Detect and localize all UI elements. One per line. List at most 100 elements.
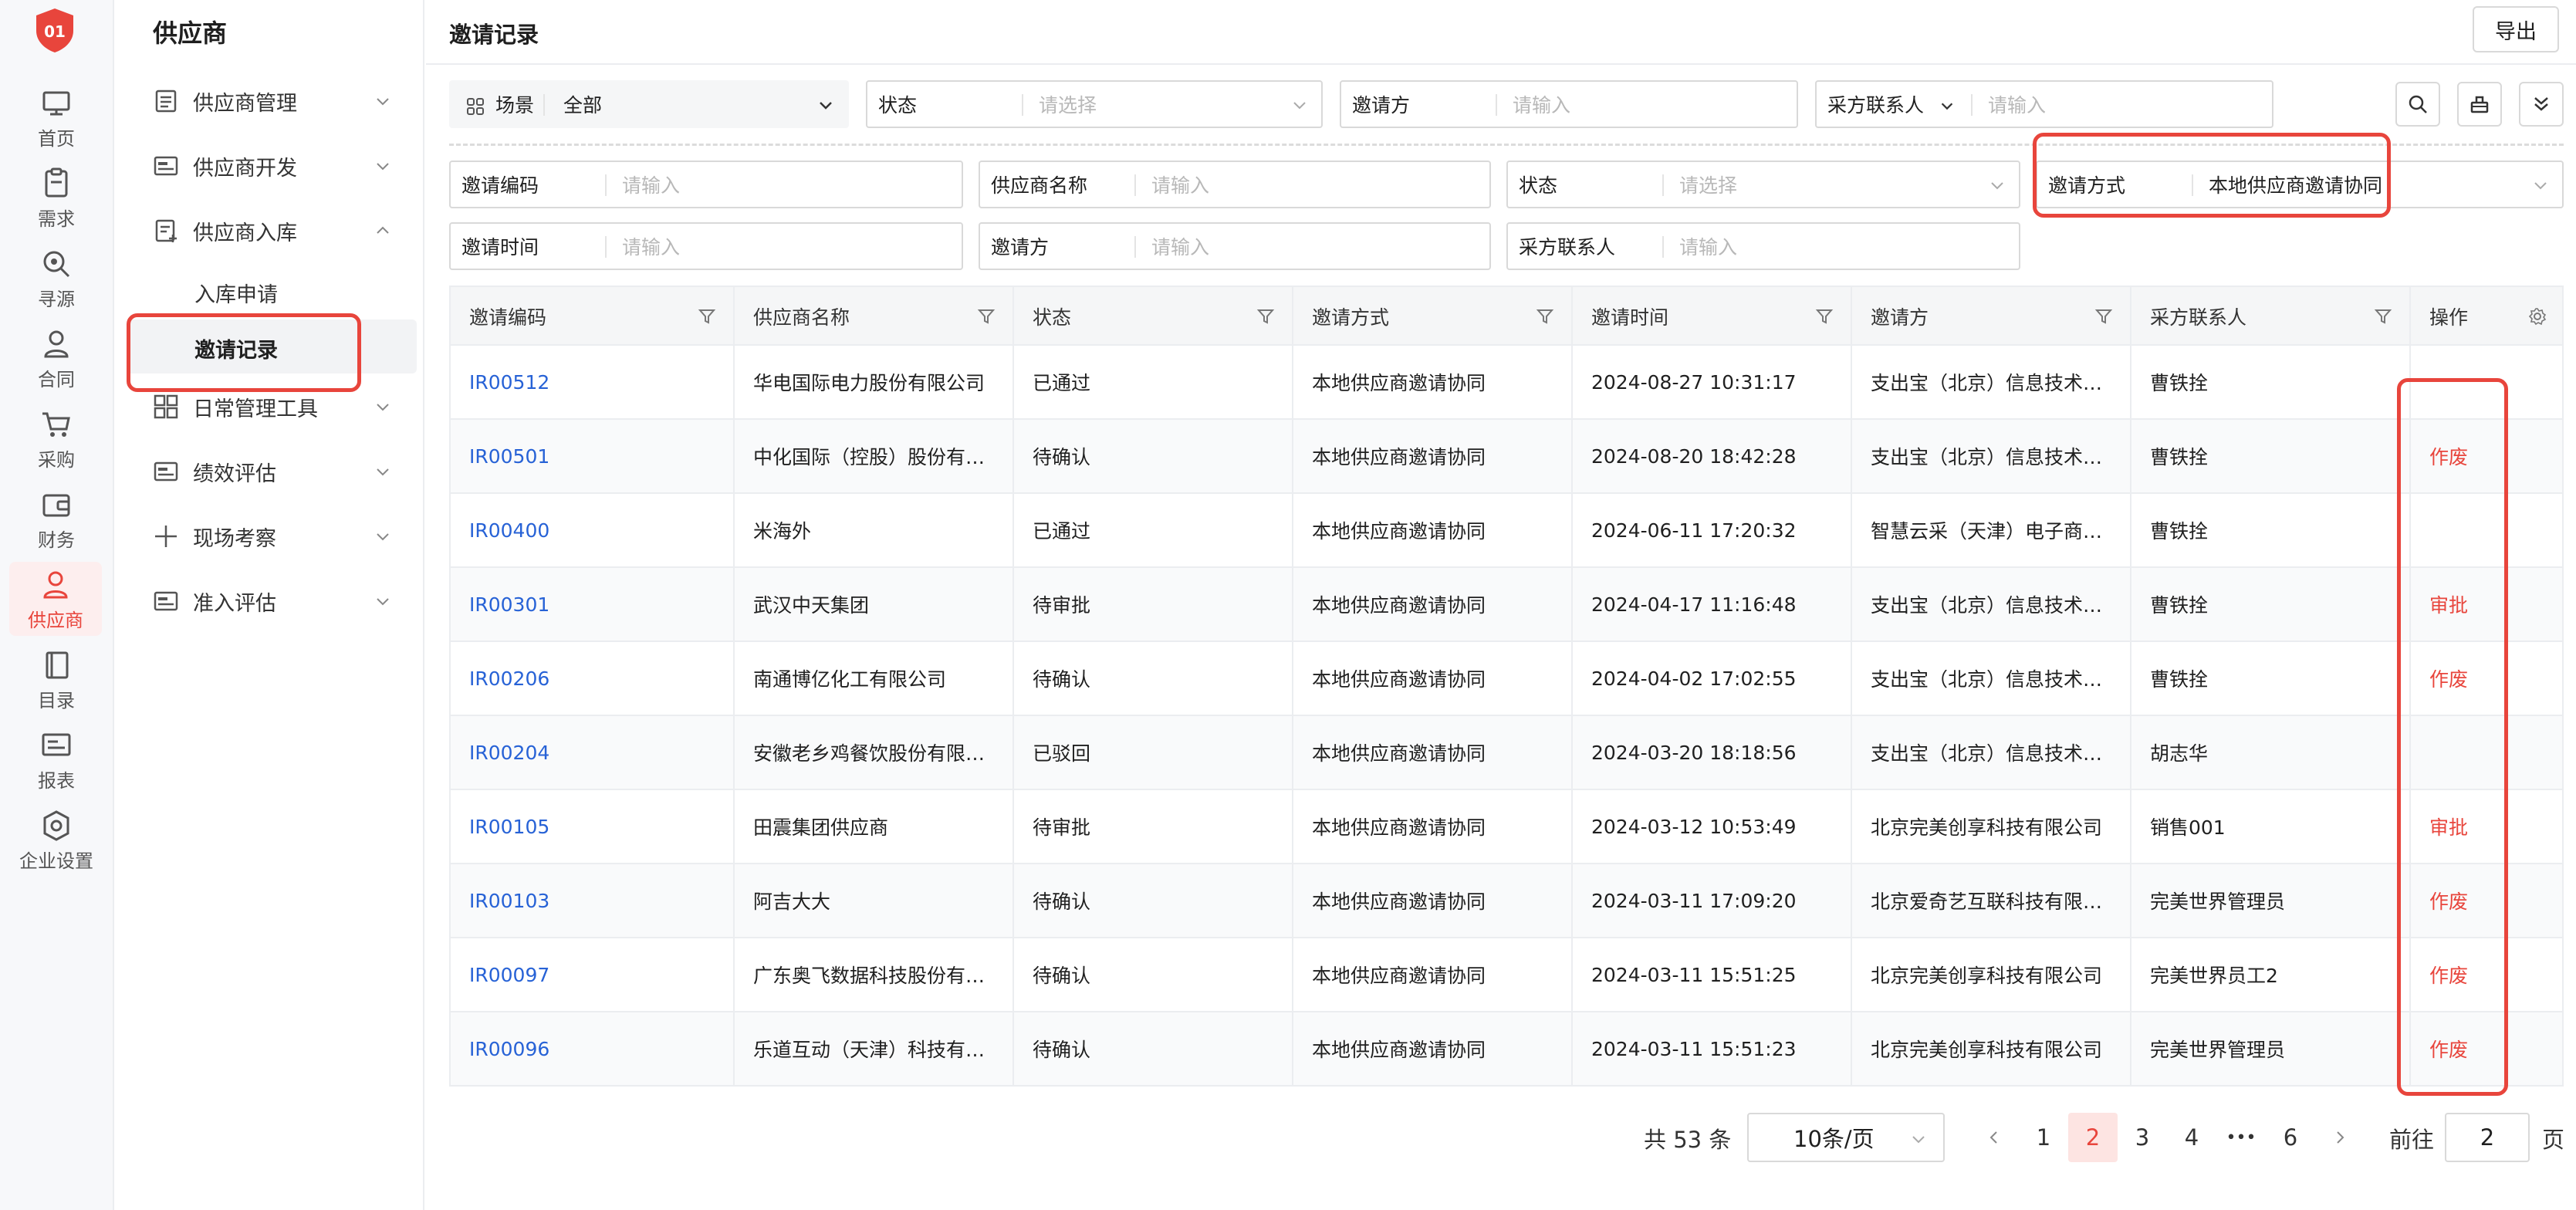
inviter-filter-2[interactable]: 邀请方 请输入 — [979, 222, 1491, 270]
inviter-name: 智慧云采（天津）电子商… — [1871, 520, 2103, 542]
table-cell: IR00512 — [451, 346, 735, 418]
scene-select[interactable]: 场景 全部 — [449, 80, 849, 128]
chevron-down-icon — [820, 102, 832, 110]
prev-page-button[interactable] — [1969, 1113, 2019, 1162]
app-rail: 01 首页 需求 寻源 合同 采购 财务 供应商 目录 报表 企业设置 — [0, 0, 114, 1210]
expand-filters-button[interactable] — [2519, 82, 2564, 127]
status-text: 待确认 — [1033, 965, 1091, 987]
page-button[interactable]: 4 — [2167, 1113, 2216, 1162]
gear-icon[interactable] — [2528, 307, 2547, 326]
invitation-code-link[interactable]: IR00206 — [469, 668, 549, 690]
table-cell: 本地供应商邀请协同 — [1293, 864, 1573, 937]
nav-item-supplier-development[interactable]: 供应商开发 — [116, 139, 423, 193]
table-cell: 2024-08-27 10:31:17 — [1573, 346, 1852, 418]
invitation-code-link[interactable]: IR00512 — [469, 371, 549, 394]
buyer-contact: 曹铁拴 — [2150, 594, 2209, 617]
chevron-down-icon — [377, 404, 389, 411]
filter-icon[interactable] — [2374, 307, 2392, 326]
nav-item-performance-evaluation[interactable]: 绩效评估 — [116, 444, 423, 499]
card-icon — [154, 461, 178, 482]
invitation-code-filter[interactable]: 邀请编码 请输入 — [449, 161, 963, 208]
nav-sub-item-onboarding-request[interactable]: 入库申请 — [127, 264, 417, 318]
cart-icon — [42, 412, 70, 437]
nav-item-supplier-management[interactable]: 供应商管理 — [116, 74, 423, 128]
rail-label: 需求 — [38, 208, 75, 230]
nav-sub-item-label: 入库申请 — [194, 283, 278, 307]
supplier-name: 阿吉大大 — [753, 891, 831, 913]
invitation-code-link[interactable]: IR00097 — [469, 964, 549, 986]
buyer-contact-filter-2[interactable]: 采方联系人 请输入 — [1506, 222, 2020, 270]
nav-item-site-inspection[interactable]: 现场考察 — [116, 509, 423, 563]
wallet-icon — [42, 494, 70, 517]
clear-button[interactable] — [2457, 82, 2502, 127]
filter-icon[interactable] — [2094, 307, 2113, 326]
table-row: IR00400 米海外 已通过 本地供应商邀请协同 2024-06-11 17:20:3… — [449, 494, 2564, 568]
invitation-code-link[interactable]: IR00501 — [469, 445, 549, 468]
invitation-method: 本地供应商邀请协同 — [1312, 372, 1486, 394]
table-cell: 2024-06-11 17:20:32 — [1573, 494, 1852, 566]
page-ellipsis[interactable]: ••• — [2216, 1113, 2266, 1162]
rail-item-contract[interactable]: 合同 — [0, 321, 113, 395]
invitation-code-link[interactable]: IR00204 — [469, 742, 549, 764]
rail-item-finance[interactable]: 财务 — [0, 482, 113, 556]
invitation-code-link[interactable]: IR00096 — [469, 1038, 549, 1060]
inviter-name: 北京完美创享科技有限公司 — [1871, 1039, 2103, 1061]
invitation-code-link[interactable]: IR00103 — [469, 890, 549, 912]
table-cell: 完美世界员工2 — [2131, 938, 2411, 1011]
buyer-contact-filter[interactable]: 采方联系人 请输入 — [1815, 80, 2273, 128]
page-button[interactable]: 3 — [2118, 1113, 2167, 1162]
nav-item-label: 现场考察 — [193, 526, 276, 551]
divider — [1022, 94, 1023, 116]
rail-item-supplier[interactable]: 供应商 — [9, 562, 102, 636]
page-size-select[interactable]: 10条/页 — [1747, 1113, 1945, 1162]
supplier-icon — [43, 571, 68, 599]
page-button-current[interactable]: 2 — [2068, 1113, 2118, 1162]
home-icon — [42, 91, 70, 116]
status-filter[interactable]: 状态 请选择 — [866, 80, 1323, 128]
next-page-button[interactable] — [2315, 1113, 2365, 1162]
nav-item-supplier-onboarding[interactable]: 供应商入库 — [116, 204, 423, 258]
table-cell: 已通过 — [1014, 494, 1293, 566]
status-filter-2[interactable]: 状态 请选择 — [1506, 161, 2020, 208]
filter-icon[interactable] — [1256, 307, 1275, 326]
filter-placeholder: 请输入 — [1151, 236, 1210, 259]
rail-item-enterprise-settings[interactable]: 企业设置 — [0, 803, 113, 877]
invitation-method: 本地供应商邀请协同 — [1312, 1039, 1486, 1061]
invitation-code-link[interactable]: IR00400 — [469, 519, 549, 542]
chevron-down-icon — [1912, 1136, 1925, 1144]
invitation-code-link[interactable]: IR00301 — [469, 593, 549, 616]
rail-item-catalog[interactable]: 目录 — [0, 642, 113, 716]
rail-item-purchase[interactable]: 采购 — [0, 401, 113, 475]
table-cell: 2024-03-11 15:51:25 — [1573, 938, 1852, 1011]
export-button[interactable]: 导出 — [2473, 6, 2559, 52]
inviter-filter[interactable]: 邀请方 请输入 — [1340, 80, 1798, 128]
rail-item-report[interactable]: 报表 — [0, 722, 113, 796]
nav-item-admission-evaluation[interactable]: 准入评估 — [116, 574, 423, 628]
page-button[interactable]: 6 — [2266, 1113, 2315, 1162]
page-size-value: 10条/页 — [1793, 1126, 1875, 1152]
filter-icon[interactable] — [1536, 307, 1554, 326]
table-cell: 曹铁拴 — [2131, 346, 2411, 418]
filter-icon[interactable] — [698, 307, 716, 326]
page-button[interactable]: 1 — [2019, 1113, 2068, 1162]
goto-page-input[interactable]: 2 — [2445, 1113, 2530, 1162]
status-text: 待确认 — [1033, 1039, 1091, 1061]
filter-label: 状态 — [1519, 174, 1558, 197]
table-cell: 中化国际（控股）股份有… — [735, 420, 1014, 492]
rail-item-demand[interactable]: 需求 — [0, 161, 113, 235]
filter-icon[interactable] — [1815, 307, 1834, 326]
filter-icon[interactable] — [977, 307, 996, 326]
search-button[interactable] — [2395, 82, 2440, 127]
rail-item-home[interactable]: 首页 — [0, 80, 113, 154]
filter-label: 采方联系人 — [1519, 236, 1616, 259]
supplier-name-filter[interactable]: 供应商名称 请输入 — [979, 161, 1491, 208]
invitation-code-link[interactable]: IR00105 — [469, 816, 549, 838]
chevron-down-icon — [2534, 182, 2547, 190]
table-cell: IR00301 — [451, 568, 735, 640]
supplier-name: 武汉中天集团 — [753, 594, 870, 617]
supplier-name: 华电国际电力股份有限公司 — [753, 372, 985, 394]
rail-label: 寻源 — [38, 289, 75, 310]
invitation-time-filter[interactable]: 邀请时间 请输入 — [449, 222, 963, 270]
column-label: 邀请方 — [1871, 306, 1929, 329]
rail-item-sourcing[interactable]: 寻源 — [0, 241, 113, 315]
